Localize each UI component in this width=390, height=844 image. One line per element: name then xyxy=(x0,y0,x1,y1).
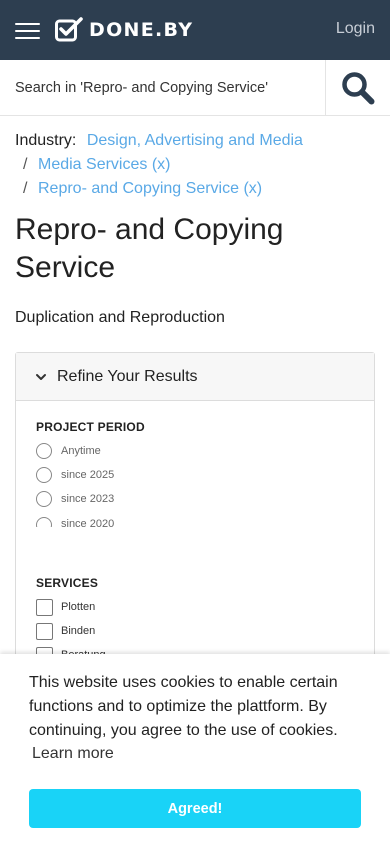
search-bar xyxy=(0,60,390,116)
breadcrumb-link-industry[interactable]: Design, Advertising and Media xyxy=(87,132,303,149)
checkbox[interactable] xyxy=(36,622,53,640)
refine-results-title: Refine Your Results xyxy=(57,367,198,385)
page-subtitle: Duplication and Reproduction xyxy=(15,309,225,326)
search-icon xyxy=(342,71,375,104)
breadcrumb-separator: / xyxy=(23,180,28,197)
agree-button[interactable]: Agreed! xyxy=(29,789,361,828)
service-option-plotten[interactable]: Plotten xyxy=(36,597,95,617)
logo-text: DONE.BY xyxy=(89,19,194,41)
logo[interactable]: DONE.BY xyxy=(55,16,193,44)
refine-results-toggle[interactable]: Refine Your Results xyxy=(16,353,374,401)
option-label: since 2020 xyxy=(61,518,115,530)
breadcrumb-link-repro-copying[interactable]: Repro- and Copying Service (x) xyxy=(38,180,262,197)
option-label: Plotten xyxy=(61,601,96,613)
option-label: since 2023 xyxy=(61,493,115,505)
learn-more-link[interactable]: Learn more xyxy=(32,745,114,763)
period-option-anytime[interactable]: Anytime xyxy=(36,441,101,461)
chevron-down-icon xyxy=(36,373,46,380)
service-option-binden[interactable]: Binden xyxy=(36,621,95,641)
breadcrumb-link-media-services[interactable]: Media Services (x) xyxy=(38,156,170,173)
radio-button[interactable] xyxy=(36,517,52,527)
period-option-2025[interactable]: since 2025 xyxy=(36,465,114,485)
radio-button[interactable] xyxy=(36,467,52,483)
checkbox-logo-icon xyxy=(55,17,83,42)
period-option-2020[interactable]: since 2020 xyxy=(36,514,114,534)
option-label: since 2025 xyxy=(61,469,115,481)
search-button[interactable] xyxy=(326,60,390,115)
radio-button[interactable] xyxy=(36,491,52,507)
period-option-2023[interactable]: since 2023 xyxy=(36,489,114,509)
menu-icon[interactable] xyxy=(15,21,41,39)
services-heading: SERVICES xyxy=(36,576,99,590)
cookie-banner: This website uses cookies to enable cert… xyxy=(0,654,390,844)
breadcrumb-label: Industry: xyxy=(15,132,77,149)
breadcrumb: Industry: Design, Advertising and Media … xyxy=(15,129,303,201)
cookie-message: This website uses cookies to enable cert… xyxy=(29,674,338,739)
radio-button[interactable] xyxy=(36,443,52,459)
option-label: Binden xyxy=(61,625,96,637)
option-label: Anytime xyxy=(61,445,101,457)
page-title: Repro- and Copying Service xyxy=(15,213,284,284)
login-link[interactable]: Login xyxy=(336,20,375,38)
checkbox[interactable] xyxy=(36,598,53,616)
search-input[interactable] xyxy=(0,60,326,115)
top-navigation-bar: DONE.BY Login xyxy=(0,0,390,60)
project-period-heading: PROJECT PERIOD xyxy=(36,420,145,434)
breadcrumb-separator: / xyxy=(23,156,28,173)
